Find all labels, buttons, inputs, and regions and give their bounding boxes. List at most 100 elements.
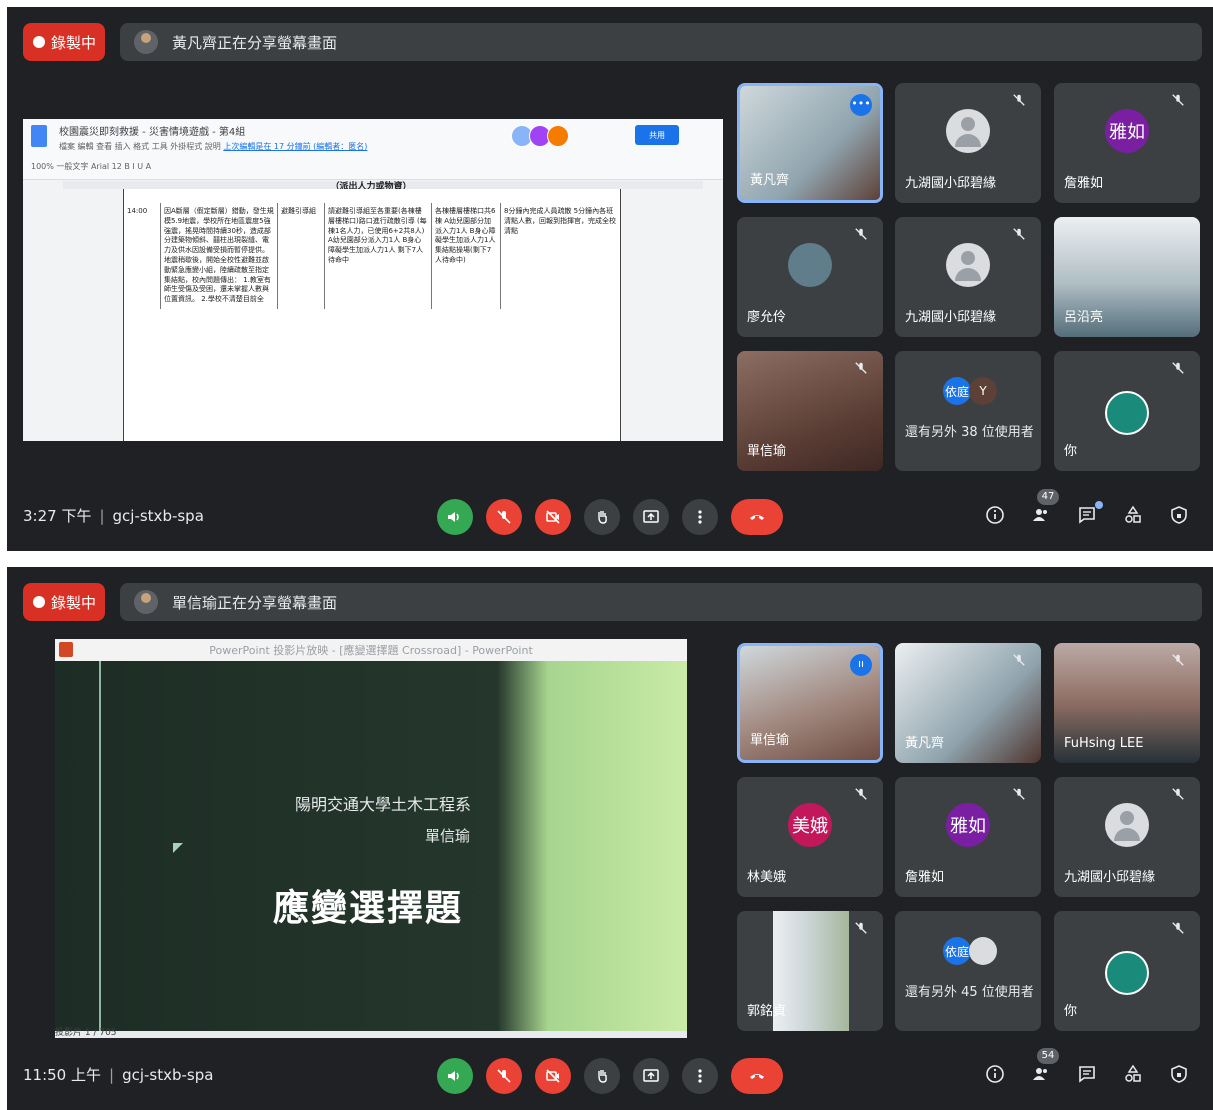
raise-hand-button[interactable] xyxy=(584,499,620,535)
people-icon xyxy=(1033,509,1047,521)
participant-tile[interactable]: 單信瑜 xyxy=(737,351,883,471)
more-options-button[interactable] xyxy=(682,1058,718,1094)
participant-name: FuHsing LEE xyxy=(1064,736,1144,751)
meeting-info: 11:50 上午 | gcj-stxb-spa xyxy=(23,1066,214,1084)
chat-button[interactable] xyxy=(1075,501,1103,527)
volume-button[interactable] xyxy=(437,499,473,535)
chat-button[interactable] xyxy=(1075,1062,1099,1086)
more-participants-tile[interactable]: 依庭 還有另外 45 位使用者 xyxy=(895,911,1041,1031)
presenting-banner: 單信瑜正在分享螢幕畫面 xyxy=(120,583,1202,621)
people-button[interactable]: 47 xyxy=(1029,489,1059,527)
speaking-indicator-icon: ıı xyxy=(850,654,872,676)
doc-page[interactable]: 14:00 因A斷層（假定斷層）錯動，發生規模5.9地震，學校所在地區震度5強強… xyxy=(123,189,621,441)
present-icon xyxy=(643,510,659,523)
participant-name: 廖允伶 xyxy=(747,310,787,325)
end-call-icon xyxy=(750,1074,764,1079)
more-participants-tile[interactable]: 依庭 Y 還有另外 38 位使用者 xyxy=(895,351,1041,471)
volume-button[interactable] xyxy=(437,1058,473,1094)
raise-hand-button[interactable] xyxy=(584,1058,620,1094)
doc-toolbar[interactable]: 100% 一般文字 Arial 12 B I U A xyxy=(31,161,151,172)
participant-name: 九湖國小邱碧緣 xyxy=(1064,870,1156,885)
participant-name: 詹雅如 xyxy=(905,870,945,885)
participant-tile[interactable]: 雅如 詹雅如 xyxy=(895,777,1041,897)
avatar xyxy=(946,243,990,287)
participant-tile[interactable]: 廖允伶 xyxy=(737,217,883,337)
mic-toggle-button[interactable] xyxy=(486,1058,522,1094)
mic-off-icon xyxy=(1170,361,1186,377)
mic-off-icon xyxy=(853,921,869,937)
end-call-icon xyxy=(750,515,764,520)
recording-indicator: 錄製中 xyxy=(23,23,105,61)
mic-off-icon xyxy=(1011,227,1027,243)
recording-label: 錄製中 xyxy=(51,593,97,612)
participant-count: 54 xyxy=(1037,1048,1059,1064)
volume-icon xyxy=(448,1071,459,1081)
activities-button[interactable] xyxy=(1121,503,1145,527)
participant-tile[interactable]: FuHsing LEE xyxy=(1054,643,1200,763)
end-call-button[interactable] xyxy=(731,499,783,535)
host-controls-button[interactable] xyxy=(1167,1062,1191,1086)
participant-tile[interactable]: ••• 黃凡齊 xyxy=(737,83,883,203)
participant-tile[interactable]: ıı 單信瑜 xyxy=(737,643,883,763)
last-edit-link[interactable]: 上次編輯是在 17 分鐘前 (編輯者：匿名) xyxy=(223,142,367,151)
participant-tile[interactable]: 郭銘貞 xyxy=(737,911,883,1031)
avatar xyxy=(1105,803,1149,847)
presenter-avatar xyxy=(134,30,158,54)
doc-menus[interactable]: 檔案 編輯 查看 插入 格式 工具 外掛程式 說明 上次編輯是在 17 分鐘前 … xyxy=(59,141,367,152)
participant-name: 你 xyxy=(1064,1004,1078,1019)
mic-off-icon xyxy=(1170,653,1186,669)
raise-hand-icon xyxy=(598,1070,607,1083)
doc-share-button[interactable]: 共用 xyxy=(635,125,679,145)
shared-screen-doc[interactable]: 校園震災即刻救援 - 災害情境遊戲 - 第4組 檔案 編輯 查看 插入 格式 工… xyxy=(23,119,723,441)
participant-tile[interactable]: 雅如 詹雅如 xyxy=(1054,83,1200,203)
participant-tile[interactable]: 美娥 林美娥 xyxy=(737,777,883,897)
mic-off-icon xyxy=(853,361,869,377)
participant-name: 郭銘貞 xyxy=(747,1004,787,1019)
host-controls-icon xyxy=(1171,506,1187,524)
present-button[interactable] xyxy=(633,1058,669,1094)
table-cell: 因A斷層（假定斷層）錯動，發生規模5.9地震，學校所在地區震度5強強震，搖晃時間… xyxy=(160,203,278,309)
present-button[interactable] xyxy=(633,499,669,535)
mic-off-icon xyxy=(853,787,869,803)
participant-tile[interactable]: 九湖國小邱碧緣 xyxy=(895,217,1041,337)
activities-icon xyxy=(1125,1064,1141,1082)
self-tile[interactable]: 你 xyxy=(1054,351,1200,471)
mic-off-icon xyxy=(853,227,869,243)
mic-off-icon xyxy=(1170,921,1186,937)
camera-toggle-button[interactable] xyxy=(535,1058,571,1094)
host-controls-button[interactable] xyxy=(1167,503,1191,527)
record-dot-icon xyxy=(33,596,45,608)
table-cell: 8分鐘內完成人員疏散 5分鐘內各班清點人數，回報到指揮官，完成全校清點 xyxy=(500,203,620,309)
avatar: 美娥 xyxy=(788,803,832,847)
unread-dot xyxy=(1095,501,1103,509)
doc-menu-text[interactable]: 檔案 編輯 查看 插入 格式 工具 外掛程式 說明 xyxy=(59,142,221,151)
slide-triangle-decoration xyxy=(173,843,183,853)
shared-screen-ppt[interactable]: PowerPoint 投影片放映 - [應變選擇題 Crossroad] - P… xyxy=(55,639,687,1039)
meet-screenshot-1: 錄製中 黃凡齊正在分享螢幕畫面 校園震災即刻救援 - 災害情境遊戲 - 第4組 … xyxy=(7,7,1213,551)
mic-off-icon xyxy=(1011,93,1027,109)
doc-title[interactable]: 校園震災即刻救援 - 災害情境遊戲 - 第4組 xyxy=(59,123,245,138)
participant-chip: 依庭 xyxy=(943,377,971,405)
people-button[interactable]: 54 xyxy=(1029,1048,1059,1086)
participant-tile[interactable]: 呂沿亮 xyxy=(1054,217,1200,337)
window-title: PowerPoint 投影片放映 - [應變選擇題 Crossroad] - P… xyxy=(209,644,533,657)
collaborator-avatars xyxy=(511,125,569,147)
camera-toggle-button[interactable] xyxy=(535,499,571,535)
participant-tile[interactable]: 九湖國小邱碧緣 xyxy=(895,83,1041,203)
end-call-button[interactable] xyxy=(731,1058,783,1094)
more-options-icon[interactable]: ••• xyxy=(850,94,872,116)
participant-tile[interactable]: 九湖國小邱碧緣 xyxy=(1054,777,1200,897)
meeting-details-button[interactable] xyxy=(983,503,1007,527)
camera-off-icon xyxy=(546,1069,560,1083)
activities-button[interactable] xyxy=(1121,1062,1145,1086)
mic-off-icon xyxy=(1170,787,1186,803)
table-cell: 14:00 xyxy=(127,207,148,215)
mic-toggle-button[interactable] xyxy=(486,499,522,535)
participant-tile[interactable]: 黃凡齊 xyxy=(895,643,1041,763)
self-tile[interactable]: 你 xyxy=(1054,911,1200,1031)
slide-author: 單信瑜 xyxy=(425,827,471,845)
meeting-details-button[interactable] xyxy=(983,1062,1007,1086)
clock: 3:27 下午 xyxy=(23,507,92,525)
volume-icon xyxy=(448,512,459,522)
more-options-button[interactable] xyxy=(682,499,718,535)
